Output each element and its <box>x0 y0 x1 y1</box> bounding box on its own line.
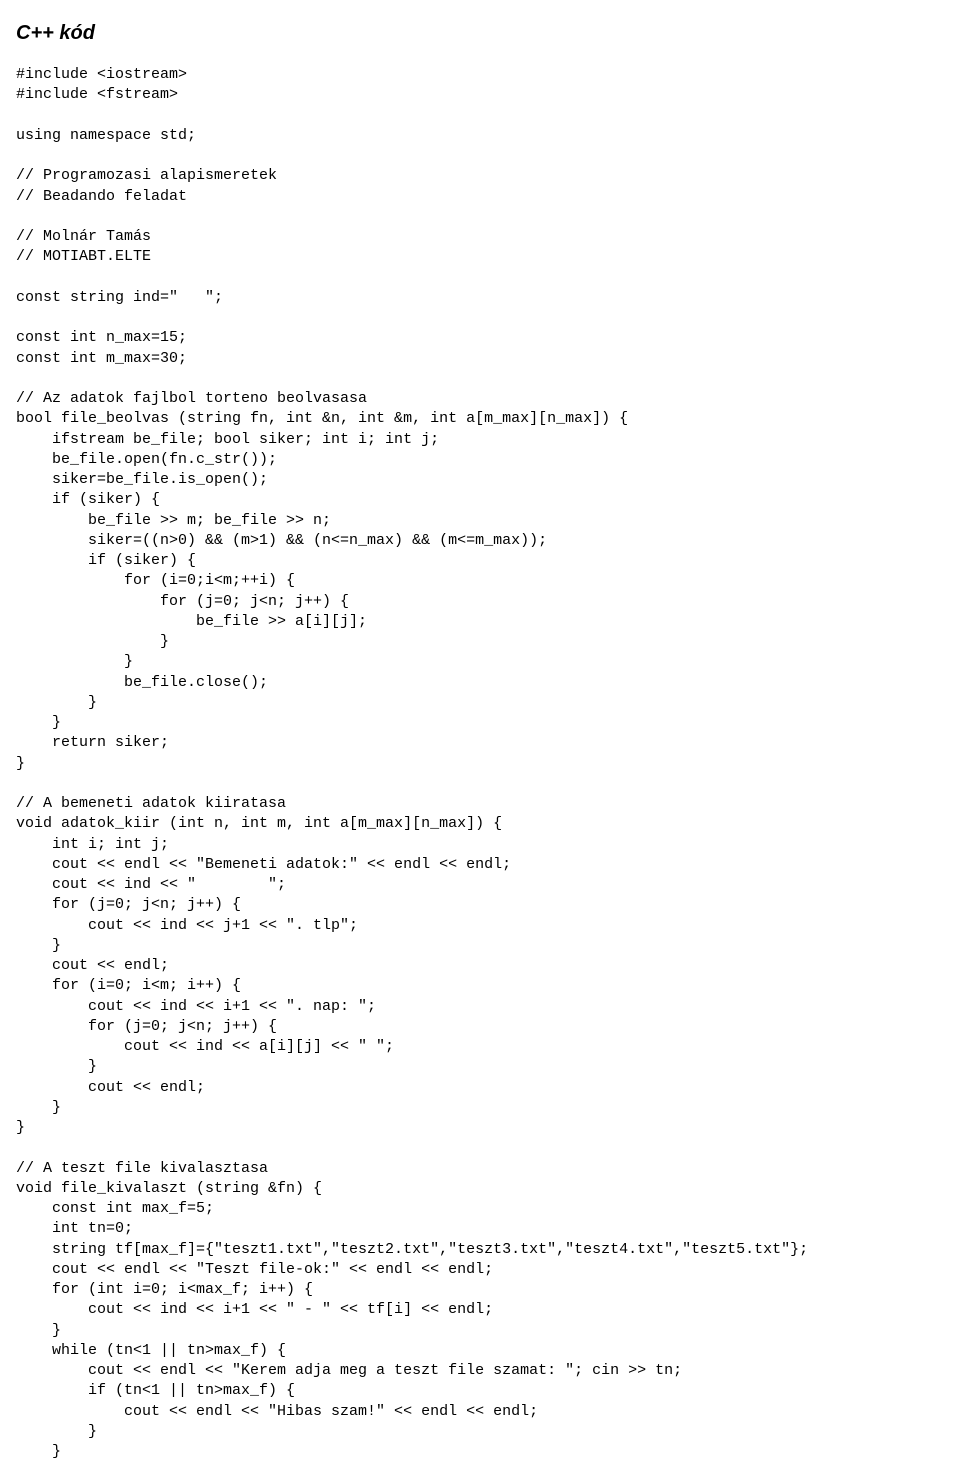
code-block: #include <iostream> #include <fstream> u… <box>16 65 960 1462</box>
page-title: C++ kód <box>16 20 960 47</box>
